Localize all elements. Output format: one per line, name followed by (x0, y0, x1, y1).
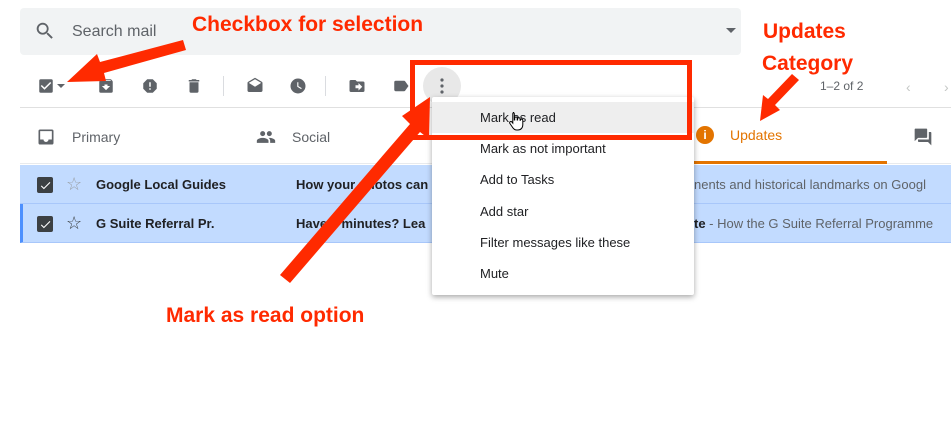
checkmark-icon (40, 181, 50, 189)
mail-subject: How your photos can (296, 177, 429, 192)
menu-item-add-to-tasks[interactable]: Add to Tasks (432, 164, 694, 195)
forum-icon (914, 128, 932, 145)
star-icon[interactable]: ☆ (66, 213, 82, 233)
archive-button[interactable] (94, 74, 118, 98)
report-spam-button[interactable] (138, 74, 162, 98)
mark-as-read-button[interactable] (243, 74, 267, 98)
annotation-checkbox-label: Checkbox for selection (192, 13, 424, 36)
annotation-mark-read-label: Mark as read option (166, 304, 365, 327)
people-icon (256, 130, 276, 143)
select-dropdown-icon[interactable] (54, 74, 68, 98)
row-checkbox[interactable] (37, 177, 53, 193)
search-options-dropdown-icon[interactable] (726, 28, 736, 33)
tab-social[interactable]: Social (256, 109, 330, 164)
archive-icon (99, 79, 113, 93)
move-to-button[interactable] (345, 74, 369, 98)
menu-item-add-star[interactable]: Add star (432, 196, 694, 227)
tab-label: Updates (730, 127, 783, 143)
trash-icon (188, 79, 200, 93)
move-to-folder-icon (349, 80, 365, 92)
menu-item-mute[interactable]: Mute (432, 258, 694, 289)
inbox-icon (38, 129, 54, 144)
mail-snippet: te - How the G Suite Referral Programme (694, 216, 933, 231)
mail-sender: Google Local Guides (96, 177, 227, 192)
snooze-button[interactable] (286, 74, 310, 98)
mail-snippet: nents and historical landmarks on Googl (694, 177, 926, 192)
label-icon (394, 80, 409, 92)
mail-subject: Have 2 minutes? Lea (296, 216, 426, 231)
annotation-updates-label-line2: Category (762, 52, 854, 75)
mail-snippet-bold: te (694, 216, 706, 231)
tab-label: Primary (72, 128, 121, 145)
star-icon[interactable]: ☆ (66, 174, 82, 194)
mail-snippet-text: - How the G Suite Referral Programme (705, 216, 934, 231)
next-page-icon[interactable]: › (944, 79, 949, 95)
search-icon[interactable] (34, 20, 56, 42)
menu-item-filter-messages[interactable]: Filter messages like these (432, 227, 694, 258)
tab-primary[interactable]: Primary (36, 109, 120, 164)
pagination-text: 1–2 of 2 (820, 79, 864, 93)
mail-sender: G Suite Referral Pr. (96, 216, 215, 231)
tab-updates[interactable]: i Updates (694, 109, 887, 164)
annotation-updates-label-line1: Updates (763, 20, 846, 43)
report-icon (143, 79, 157, 93)
clock-icon (290, 78, 306, 94)
info-icon: i (696, 126, 714, 144)
tab-forums[interactable] (913, 109, 949, 164)
toolbar-divider (223, 76, 224, 96)
open-envelope-icon (247, 77, 263, 92)
tab-label: Social (292, 128, 331, 145)
annotation-highlight-box (410, 60, 692, 140)
prev-page-icon[interactable]: ‹ (906, 79, 911, 95)
checkmark-icon (40, 220, 50, 228)
row-checkbox[interactable] (37, 216, 53, 232)
checked-checkbox-icon (39, 79, 53, 93)
delete-button[interactable] (182, 74, 206, 98)
toolbar-divider (325, 76, 326, 96)
